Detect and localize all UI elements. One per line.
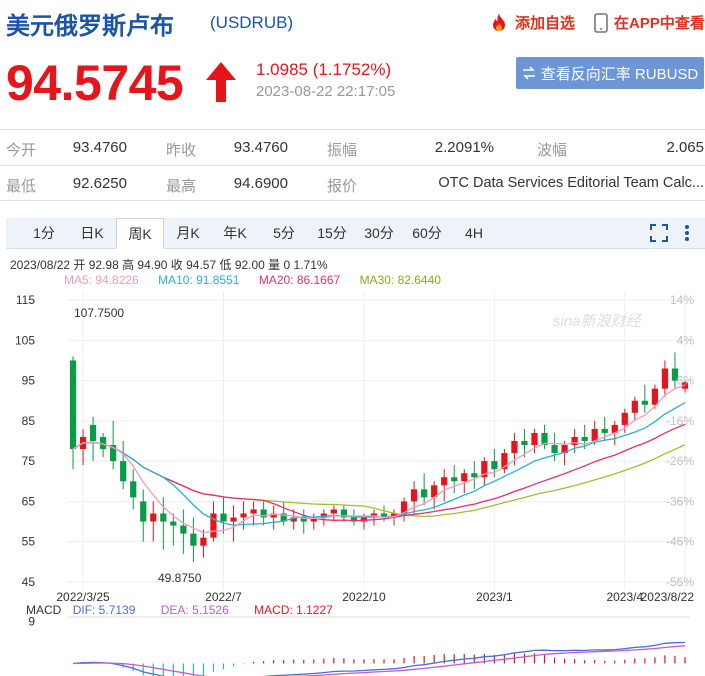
candle-body	[411, 489, 418, 502]
candle-body	[170, 521, 177, 526]
candle-body	[641, 400, 648, 405]
candle-body	[621, 412, 628, 425]
x-tick-label: 2022/7	[205, 590, 242, 604]
candle-body	[571, 436, 578, 446]
macd-value-legend: MACD: 1.1227	[254, 603, 333, 617]
candle-body	[451, 477, 458, 482]
candle-body	[120, 461, 127, 482]
y-tick-label: 45	[22, 575, 36, 589]
candle-body	[531, 432, 538, 446]
y-tick-label: 115	[16, 293, 35, 307]
candle-body	[511, 441, 518, 454]
candle-body	[581, 436, 588, 441]
candle-body	[441, 477, 448, 486]
pct-tick-label: 14%	[670, 293, 694, 307]
y-tick-label: 95	[22, 374, 36, 388]
y-tick-label: 65	[22, 494, 36, 508]
candle-body	[551, 445, 558, 454]
candle-body	[591, 428, 598, 441]
pct-tick-label: -16%	[666, 414, 694, 428]
candle-body	[69, 360, 77, 450]
quote-page: 美元俄罗斯卢布 (USDRUB) 添加自选 在APP中查看 94.5745 1.…	[0, 0, 705, 676]
min-annotation: 49.8750	[158, 571, 202, 585]
pct-tick-label: -46%	[666, 535, 694, 549]
candle-body	[220, 513, 227, 522]
ohlc-legend: 2023/08/22 开 92.98 高 94.90 收 94.57 低 92.…	[10, 258, 328, 272]
x-tick-label: 2022/10	[342, 590, 386, 604]
dea-legend: DEA: 5.1526	[160, 603, 229, 617]
dif-legend: DIF: 5.7139	[72, 603, 136, 617]
candle-body	[240, 513, 247, 518]
candle-body	[461, 473, 468, 482]
pct-tick-label: 4%	[677, 333, 695, 347]
y-tick-label: 85	[22, 414, 36, 428]
y-tick-label: 55	[22, 535, 36, 549]
candle-body	[661, 368, 669, 389]
ma5-line	[72, 384, 686, 534]
ma-legend: MA5: 94.8226 MA10: 91.8551 MA20: 86.1667…	[64, 273, 457, 287]
candle-body	[491, 461, 498, 470]
candle-body	[130, 481, 137, 498]
y-tick-label: 75	[22, 454, 36, 468]
ma10-legend: MA10: 91.8551	[158, 273, 240, 287]
candle-body	[521, 441, 528, 446]
ma30-legend: MA30: 82.6440	[359, 273, 441, 287]
pct-tick-label: -6%	[673, 374, 695, 388]
macd-title: MACD	[26, 603, 62, 617]
candle-body	[651, 388, 658, 405]
x-tick-label: 2023/8/22	[641, 590, 695, 604]
candle-body	[200, 537, 207, 546]
macd-legend: MACD DIF: 5.7139 DEA: 5.1526 MACD: 1.122…	[26, 603, 355, 617]
pct-tick-label: -26%	[666, 454, 694, 468]
pct-tick-label: -56%	[666, 575, 694, 589]
candle-body	[631, 400, 638, 413]
ma20-legend: MA20: 86.1667	[258, 273, 341, 287]
candle-body	[330, 509, 337, 514]
watermark-logo: sina新浪财经	[553, 313, 643, 330]
x-tick-label: 2022/3/25	[56, 590, 110, 604]
dif-line	[72, 641, 686, 676]
candle-body	[180, 525, 187, 534]
candle-body	[140, 501, 147, 522]
candle-body	[210, 513, 217, 538]
candle-body	[421, 489, 428, 498]
kline-chart[interactable]: sina新浪财经 115 14% 105 4% 95 -6% 85 -16% 75 -26% 65 -…	[0, 0, 705, 676]
candle-body	[250, 509, 257, 514]
candle-body	[230, 517, 237, 522]
candle-body	[150, 513, 157, 522]
candle-body	[601, 428, 608, 433]
candle-body	[89, 424, 97, 441]
ma5-legend: MA5: 94.8226	[64, 273, 139, 287]
x-tick-label: 2023/1	[476, 590, 513, 604]
candle-body	[160, 513, 167, 522]
pct-tick-label: -36%	[666, 494, 694, 508]
y-tick-label: 105	[15, 333, 35, 347]
max-annotation: 107.7500	[74, 306, 124, 320]
ma30-line	[72, 441, 686, 518]
x-tick-label: 2023/4	[606, 590, 643, 604]
candle-body	[471, 473, 478, 478]
candle-body	[190, 533, 197, 546]
